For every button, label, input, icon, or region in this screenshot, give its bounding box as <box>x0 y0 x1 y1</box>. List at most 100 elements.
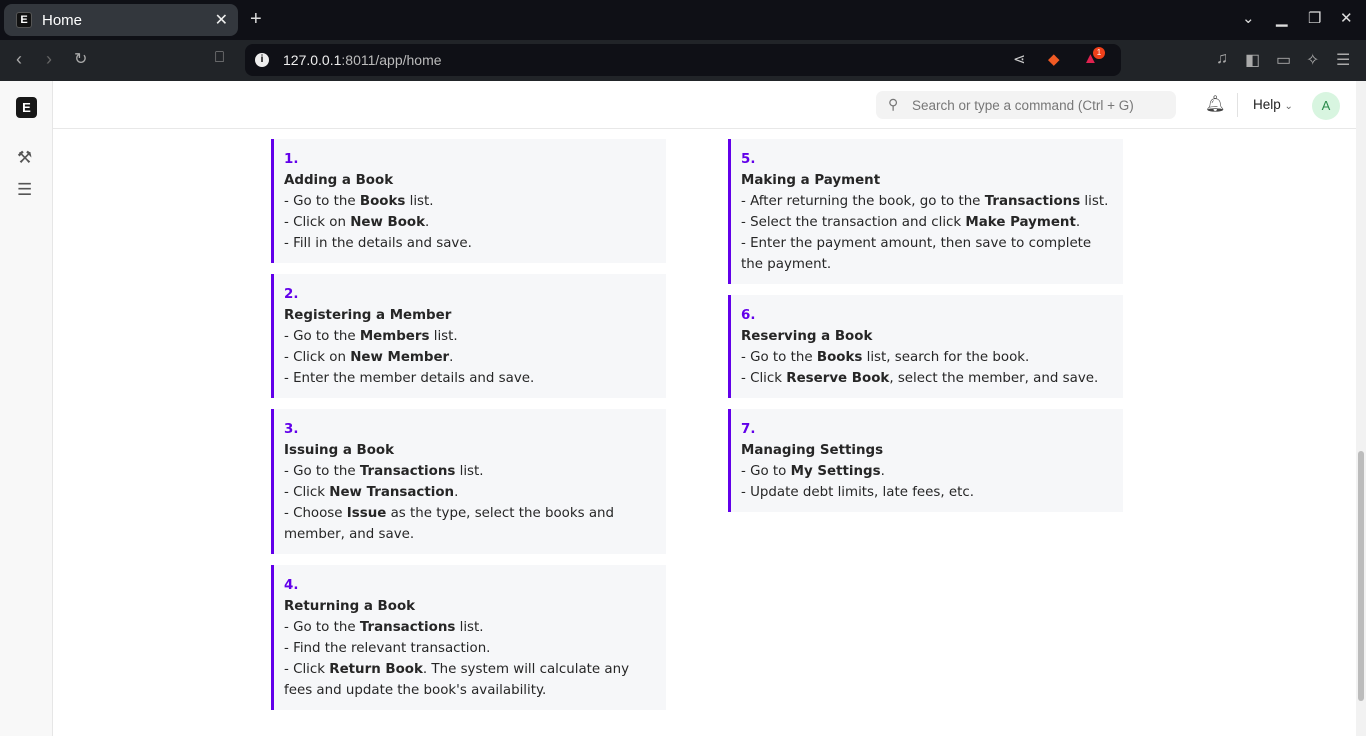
ui-term: New Member <box>350 350 450 365</box>
step-instruction: - Click Return Book. The system will cal… <box>284 659 656 701</box>
scrollbar[interactable] <box>1356 81 1366 736</box>
instruction-text: - Click on <box>284 215 351 230</box>
step-instruction: - Go to the Transactions list. <box>284 461 656 482</box>
wallet-icon[interactable]: ▭ <box>1276 50 1291 70</box>
ui-term: Members <box>359 329 430 344</box>
leo-ai-icon[interactable]: ✧ <box>1306 50 1319 70</box>
back-icon[interactable]: ‹ <box>16 49 22 70</box>
ui-term: Make Payment <box>965 215 1076 230</box>
ui-term: Transactions <box>359 464 456 479</box>
step-instruction: - Click New Transaction. <box>284 482 656 503</box>
guide-card: 2. Registering a Member - Go to the Member… <box>271 274 666 398</box>
instruction-text: - Go to the <box>284 194 360 209</box>
instruction-text: . <box>454 485 459 500</box>
instruction-text: . <box>880 464 885 479</box>
instruction-text: - Go to the <box>284 620 360 635</box>
instruction-text: - Go to the <box>741 350 817 365</box>
tab-title: Home <box>42 11 83 29</box>
step-title: Issuing a Book <box>284 443 395 458</box>
maximize-icon[interactable]: ❐ <box>1308 9 1321 27</box>
search-input[interactable]: ⚲ Search or type a command (Ctrl + G) <box>876 91 1176 119</box>
reload-icon[interactable]: ↻ <box>74 49 87 69</box>
tools-icon[interactable]: ⚒ <box>17 148 32 168</box>
guide-card: 7. Managing Settings - Go to My Settings. -… <box>728 409 1123 512</box>
forward-icon[interactable]: › <box>46 49 52 70</box>
guide-card: 5. Making a Payment - After returning the … <box>728 139 1123 284</box>
new-tab-icon[interactable]: + <box>250 8 262 31</box>
step-title: Reserving a Book <box>741 329 873 344</box>
close-tab-icon[interactable]: ✕ <box>215 10 228 30</box>
ui-term: Transactions <box>984 194 1081 209</box>
instruction-text: list. <box>455 620 484 635</box>
step-instruction: - After returning the book, go to the Tr… <box>741 191 1113 212</box>
search-icon: ⚲ <box>888 96 899 112</box>
avatar[interactable]: A <box>1312 92 1340 120</box>
step-instruction: - Go to the Books list. <box>284 191 656 212</box>
step-number: 4. <box>284 578 299 593</box>
step-number: 3. <box>284 422 299 437</box>
instruction-text: - Choose <box>284 506 347 521</box>
browser-tab[interactable]: E Home ✕ <box>4 4 238 36</box>
instruction-text: list. <box>1080 194 1109 209</box>
instruction-text: - Click on <box>284 350 351 365</box>
ui-term: Transactions <box>359 620 456 635</box>
step-instruction: - Select the transaction and click Make … <box>741 212 1113 233</box>
ui-term: Issue <box>346 506 387 521</box>
instruction-text: list, search for the book. <box>862 350 1030 365</box>
step-instruction: - Click on New Member. <box>284 347 656 368</box>
step-instruction: - Enter the payment amount, then save to… <box>741 233 1113 275</box>
share-icon[interactable]: ⋖ <box>1013 50 1026 68</box>
ui-term: Reserve Book <box>786 371 890 386</box>
ui-term: Books <box>359 194 406 209</box>
site-info-icon[interactable]: i <box>255 53 269 67</box>
step-title: Adding a Book <box>284 173 394 188</box>
sidebar-toggle-icon[interactable]: ◧ <box>1245 50 1260 70</box>
step-instruction: - Go to the Books list, search for the b… <box>741 347 1113 368</box>
toggles-icon[interactable]: ☰ <box>17 180 32 200</box>
instruction-text: - Update debt limits, late fees, etc. <box>741 485 974 500</box>
notifications-bell-icon[interactable]: 🔔︎ <box>1205 94 1225 114</box>
instruction-text: - Go to the <box>284 329 360 344</box>
instruction-text: - Enter the member details and save. <box>284 371 535 386</box>
minimize-icon[interactable]: ▁ <box>1276 9 1288 27</box>
help-label: Help <box>1253 97 1281 112</box>
step-instruction: - Click on New Book. <box>284 212 656 233</box>
instruction-text: - Find the relevant transaction. <box>284 641 491 656</box>
brave-shields-icon[interactable]: ◆ <box>1048 50 1060 68</box>
instruction-text: . <box>1075 215 1081 230</box>
step-number: 7. <box>741 422 756 437</box>
step-title: Returning a Book <box>284 599 416 614</box>
step-instruction: - Click Reserve Book, select the member,… <box>741 368 1113 389</box>
scrollbar-thumb[interactable] <box>1358 451 1364 701</box>
step-title: Registering a Member <box>284 308 452 323</box>
step-instruction: - Go to the Transactions list. <box>284 617 656 638</box>
step-instruction: - Update debt limits, late fees, etc. <box>741 482 1113 503</box>
instruction-text: - Enter the payment amount, then save to… <box>741 236 1092 272</box>
close-window-icon[interactable]: ✕ <box>1340 9 1353 27</box>
address-bar[interactable]: i 127.0.0.1:8011/app/home ⋖ ◆ ▲ 1 <box>245 44 1121 76</box>
tab-search-chevron-icon[interactable]: ⌄ <box>1242 9 1255 27</box>
menu-icon[interactable]: ☰ <box>1336 50 1350 70</box>
app-logo-icon[interactable]: E <box>16 97 37 118</box>
ui-term: My Settings <box>790 464 881 479</box>
instruction-text: - Click <box>284 485 330 500</box>
bookmark-icon[interactable]: ⎕ <box>215 49 224 66</box>
step-number: 2. <box>284 287 299 302</box>
instruction-text: list. <box>455 464 484 479</box>
step-instruction: - Fill in the details and save. <box>284 233 656 254</box>
step-title: Managing Settings <box>741 443 884 458</box>
step-instruction: - Choose Issue as the type, select the b… <box>284 503 656 545</box>
media-icon[interactable]: ♫ <box>1216 50 1228 68</box>
instruction-text: - After returning the book, go to the <box>741 194 985 209</box>
step-title: Making a Payment <box>741 173 881 188</box>
instruction-text: - Fill in the details and save. <box>284 236 472 251</box>
app-sidebar: E ⚒ ☰ <box>0 81 53 736</box>
step-instruction: - Go to My Settings. <box>741 461 1113 482</box>
instruction-text: list. <box>405 194 434 209</box>
instruction-text: - Click <box>741 371 787 386</box>
help-dropdown[interactable]: Help ⌄ <box>1253 97 1293 112</box>
chevron-down-icon: ⌄ <box>1284 101 1293 112</box>
ui-term: New Book <box>350 215 426 230</box>
divider <box>1237 93 1238 117</box>
rewards-badge: 1 <box>1093 47 1105 59</box>
